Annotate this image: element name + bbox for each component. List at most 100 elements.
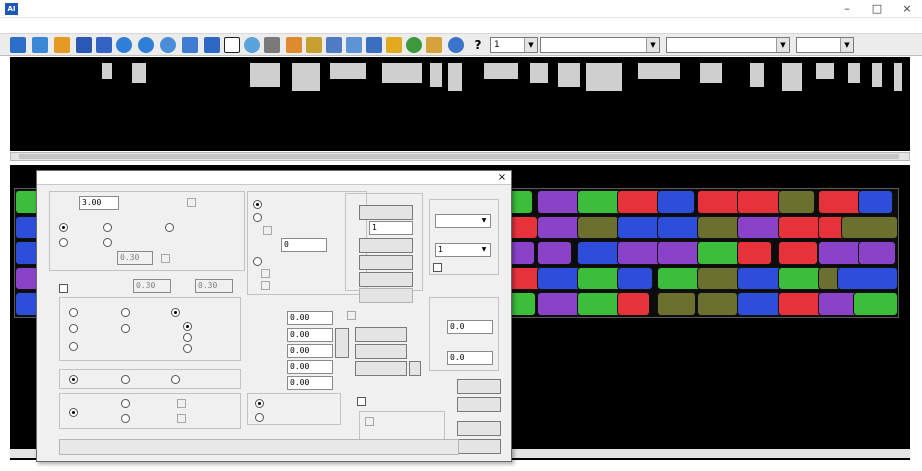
piece-list-panel[interactable] bbox=[10, 57, 910, 151]
spacing-input[interactable]: 3.00 bbox=[79, 196, 119, 210]
auto-radio[interactable] bbox=[253, 200, 262, 209]
rotate-checkbox[interactable] bbox=[347, 311, 356, 320]
new-file-icon[interactable] bbox=[10, 37, 26, 53]
marker-piece[interactable] bbox=[657, 292, 696, 316]
piece-thumbnail[interactable] bbox=[750, 63, 764, 87]
cut-icon[interactable] bbox=[366, 37, 382, 53]
param-2-input[interactable]: 0.00 bbox=[287, 328, 333, 342]
close-button[interactable]: × bbox=[892, 0, 922, 18]
piece-thumbnail[interactable] bbox=[700, 63, 722, 83]
mode-radio-2[interactable] bbox=[121, 375, 130, 384]
bottom-button-2[interactable] bbox=[457, 397, 501, 412]
help-icon[interactable]: ? bbox=[470, 37, 486, 53]
piece-thumbnail[interactable] bbox=[292, 63, 320, 91]
split-check-1[interactable] bbox=[177, 399, 186, 408]
marker-piece[interactable] bbox=[777, 190, 816, 214]
print-icon[interactable] bbox=[264, 37, 280, 53]
marker-piece[interactable] bbox=[536, 292, 581, 316]
layers-icon[interactable] bbox=[286, 37, 302, 53]
right-select-1[interactable]: ▼ bbox=[435, 214, 491, 228]
action-button-3[interactable] bbox=[355, 361, 407, 376]
pen-icon[interactable] bbox=[326, 37, 342, 53]
tolerance-input[interactable]: 0.30 bbox=[117, 251, 153, 265]
bottom-button-4[interactable] bbox=[457, 439, 501, 454]
middle-disabled-button[interactable] bbox=[359, 288, 413, 303]
radio-option-2[interactable] bbox=[103, 223, 112, 232]
mode-radio-1[interactable] bbox=[69, 375, 78, 384]
radio-option-1[interactable] bbox=[59, 223, 68, 232]
marker-piece[interactable] bbox=[737, 292, 781, 316]
match-sub-check-2[interactable] bbox=[261, 281, 270, 290]
fabric-select[interactable]: ▼ bbox=[796, 37, 854, 53]
direction-radio-1[interactable] bbox=[69, 308, 78, 317]
style-select[interactable]: ▼ bbox=[666, 37, 790, 53]
move-horizontal-icon[interactable] bbox=[204, 37, 220, 53]
marker-piece[interactable] bbox=[841, 215, 898, 240]
match-sub-check-1[interactable] bbox=[261, 269, 270, 278]
placement-radio-1[interactable] bbox=[255, 399, 264, 408]
right-field-1-input[interactable]: 0.0 bbox=[447, 320, 493, 334]
direction-radio-6[interactable] bbox=[69, 342, 78, 351]
piece-thumbnail[interactable] bbox=[484, 63, 518, 79]
ruler-icon[interactable] bbox=[426, 37, 442, 53]
redo-icon[interactable] bbox=[138, 37, 154, 53]
marker-piece[interactable] bbox=[837, 266, 898, 291]
sync-input[interactable]: 0 bbox=[281, 238, 327, 252]
mode-radio-3[interactable] bbox=[171, 375, 180, 384]
open-file-icon[interactable] bbox=[32, 37, 48, 53]
marker-piece[interactable] bbox=[777, 215, 822, 240]
piece-thumbnail[interactable] bbox=[872, 63, 882, 87]
marker-piece[interactable] bbox=[536, 241, 572, 265]
param-1-input[interactable]: 0.00 bbox=[287, 311, 333, 325]
dialog-close-button[interactable]: × bbox=[493, 171, 511, 185]
radio-option-5[interactable] bbox=[103, 238, 112, 247]
select-arrow-icon[interactable] bbox=[224, 37, 240, 53]
bottom-button-3[interactable] bbox=[457, 421, 501, 436]
bottom-button-1[interactable] bbox=[457, 379, 501, 394]
marker-piece[interactable] bbox=[697, 292, 738, 316]
piece-panel-scrollbar[interactable] bbox=[10, 152, 910, 161]
direction-radio-4[interactable] bbox=[69, 324, 78, 333]
radio-option-4[interactable] bbox=[59, 238, 68, 247]
match-radio[interactable] bbox=[253, 257, 262, 266]
piece-thumbnail[interactable] bbox=[448, 63, 462, 91]
piece-checkbox[interactable] bbox=[59, 284, 68, 293]
marker-piece[interactable] bbox=[817, 190, 863, 214]
sub-check-1[interactable] bbox=[365, 417, 374, 426]
marker-piece[interactable] bbox=[617, 266, 654, 291]
marker-piece[interactable] bbox=[737, 241, 772, 265]
right-select-2[interactable]: 1 ▼ bbox=[435, 243, 491, 257]
info-icon[interactable] bbox=[448, 37, 464, 53]
middle-field-input[interactable]: 1 bbox=[369, 221, 413, 235]
minimize-button[interactable]: – bbox=[832, 0, 862, 18]
auto-radio-2[interactable] bbox=[253, 213, 262, 222]
scrollbar-thumb[interactable] bbox=[19, 154, 899, 159]
layer-select[interactable]: 1 ▼ bbox=[490, 37, 538, 53]
rotate-radio-3[interactable] bbox=[183, 344, 192, 353]
marker-piece[interactable] bbox=[617, 292, 651, 316]
save-as-icon[interactable] bbox=[96, 37, 112, 53]
right-checkbox[interactable] bbox=[433, 263, 442, 272]
placement-radio-2[interactable] bbox=[255, 413, 264, 422]
middle-button-4[interactable] bbox=[359, 272, 413, 287]
piece-thumbnail[interactable] bbox=[638, 63, 680, 79]
globe-icon[interactable] bbox=[406, 37, 422, 53]
piece-thumbnail[interactable] bbox=[132, 63, 146, 83]
chat-icon[interactable] bbox=[346, 37, 362, 53]
split-radio-2[interactable] bbox=[121, 399, 130, 408]
fold-button[interactable] bbox=[335, 328, 349, 358]
settings-gear-icon[interactable] bbox=[244, 37, 260, 53]
undo-icon[interactable] bbox=[116, 37, 132, 53]
piece-thumbnail[interactable] bbox=[430, 63, 442, 87]
param-4-input[interactable]: 0.00 bbox=[287, 360, 333, 374]
action-button-4[interactable] bbox=[409, 361, 421, 376]
param-3-input[interactable]: 0.00 bbox=[287, 344, 333, 358]
rotate-radio-2[interactable] bbox=[183, 333, 192, 342]
piece-thumbnail[interactable] bbox=[848, 63, 860, 83]
marker-piece[interactable] bbox=[697, 241, 740, 265]
split-check-2[interactable] bbox=[177, 414, 186, 423]
auto-check[interactable] bbox=[263, 226, 272, 235]
piece-thumbnail[interactable] bbox=[530, 63, 548, 83]
piece-thumbnail[interactable] bbox=[816, 63, 834, 79]
split-radio-1[interactable] bbox=[69, 408, 78, 417]
